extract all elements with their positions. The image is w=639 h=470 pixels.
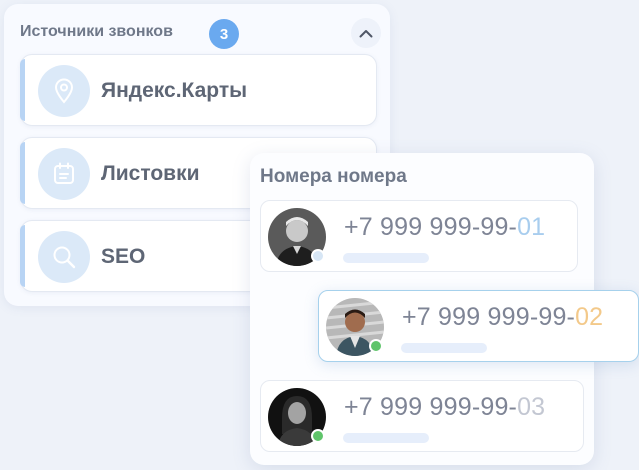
sources-count-badge: 3 bbox=[209, 19, 239, 49]
status-dot bbox=[369, 339, 383, 353]
avatar bbox=[268, 388, 326, 446]
placeholder-bar bbox=[401, 343, 487, 353]
phone-number-item-active[interactable]: +7 999 999-99-02 bbox=[318, 290, 639, 362]
chevron-up-icon bbox=[359, 29, 373, 37]
phone-number: +7 999 999-99-03 bbox=[344, 393, 545, 422]
status-dot bbox=[311, 249, 325, 263]
phone-number-item[interactable]: +7 999 999-99-01 bbox=[260, 200, 578, 272]
phone-number: +7 999 999-99-02 bbox=[402, 303, 603, 332]
phone-suffix: 02 bbox=[575, 303, 604, 331]
source-label: Листовки bbox=[101, 162, 200, 185]
collapse-button[interactable] bbox=[351, 18, 381, 48]
status-dot bbox=[311, 429, 325, 443]
phone-prefix: +7 999 999-99- bbox=[344, 393, 518, 421]
phone-suffix: 03 bbox=[517, 393, 546, 421]
placeholder-bar bbox=[343, 433, 429, 443]
avatar bbox=[268, 208, 326, 266]
numbers-title: Номера номера bbox=[260, 166, 407, 187]
placeholder-bar bbox=[343, 253, 429, 263]
phone-suffix: 01 bbox=[517, 213, 546, 241]
source-item-yandex-maps[interactable]: Яндекс.Карты bbox=[20, 54, 377, 126]
phone-number: +7 999 999-99-01 bbox=[344, 213, 545, 242]
search-icon bbox=[38, 231, 90, 283]
phone-number-item[interactable]: +7 999 999-99-03 bbox=[260, 380, 584, 452]
phone-prefix: +7 999 999-99- bbox=[402, 303, 576, 331]
avatar bbox=[326, 298, 384, 356]
source-label: SEO bbox=[101, 245, 146, 268]
source-label: Яндекс.Карты bbox=[101, 79, 248, 102]
map-pin-icon bbox=[38, 65, 90, 117]
flyer-icon bbox=[38, 148, 90, 200]
phone-prefix: +7 999 999-99- bbox=[344, 213, 518, 241]
sources-title: Источники звонков bbox=[20, 23, 173, 40]
